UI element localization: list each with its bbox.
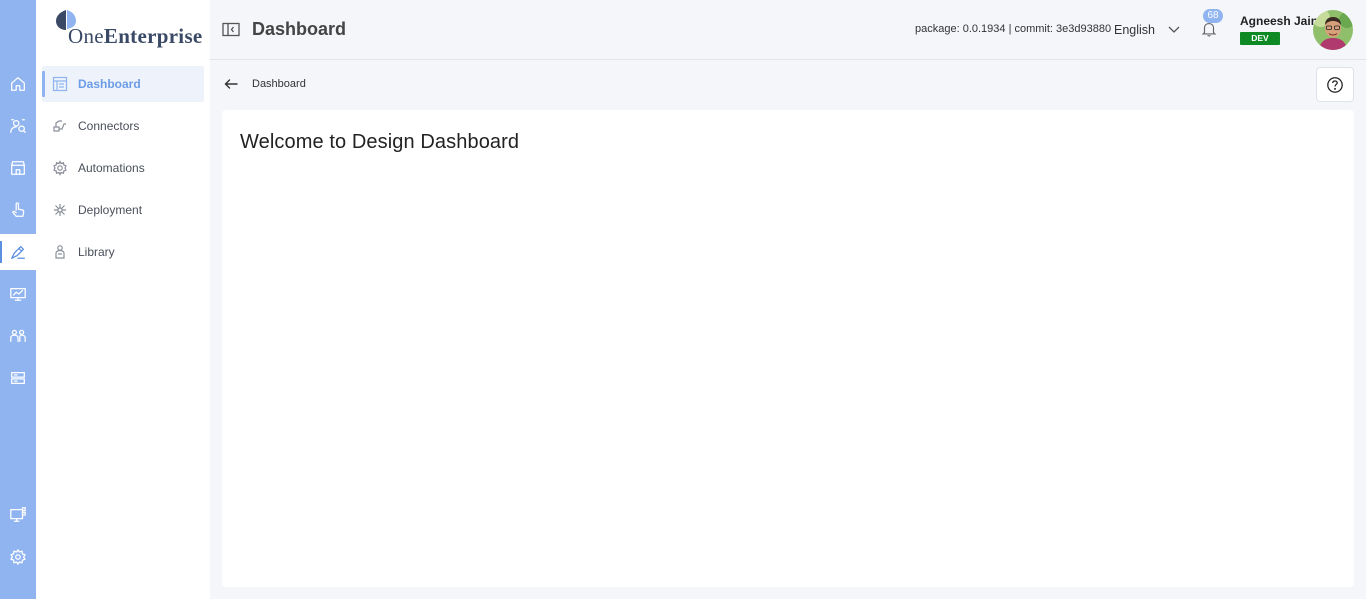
hand-pointer-icon <box>12 202 25 217</box>
monitor-chart-icon <box>10 287 26 301</box>
home-icon <box>11 77 25 91</box>
help-icon <box>1327 76 1343 93</box>
collapse-sidebar-icon <box>222 22 240 37</box>
logo-wordmark: OneEnterprise <box>68 24 203 49</box>
user-name: Agneesh Jain <box>1240 14 1319 28</box>
sidebar-toggle-button[interactable] <box>222 22 240 38</box>
sidebar-item-label: Connectors <box>78 119 140 133</box>
design-pen-icon <box>11 245 25 259</box>
rail-users-search[interactable] <box>0 108 36 144</box>
settings-icon <box>10 549 26 565</box>
notifications-button[interactable] <box>1200 20 1220 40</box>
welcome-title: Welcome to Design Dashboard <box>240 131 520 153</box>
breadcrumb: Dashboard <box>252 78 306 90</box>
build-info: package: 0.0.1934 | commit: 3e3d93880 <box>915 23 1112 35</box>
server-icon <box>11 371 25 385</box>
rail-people[interactable] <box>0 318 36 354</box>
sidebar-item-label: Deployment <box>78 203 143 217</box>
notification-count-badge: 68 <box>1203 9 1223 23</box>
sidebar-item-connectors[interactable]: Connectors <box>42 108 204 144</box>
remote-desktop-icon <box>10 507 26 522</box>
dashboard-icon <box>52 76 68 92</box>
store-icon <box>11 161 25 175</box>
arrow-left-icon <box>224 79 238 89</box>
connectors-icon <box>53 120 66 132</box>
chevron-down-icon <box>1168 26 1180 33</box>
users-search-icon <box>10 119 26 133</box>
sidebar-item-label: Automations <box>78 161 145 175</box>
sidebar-item-label: Library <box>78 245 115 259</box>
rail-design[interactable] <box>0 234 36 270</box>
automations-icon <box>53 160 67 176</box>
sidebar-item-automations[interactable]: Automations <box>42 150 204 186</box>
logo-prefix: One <box>68 24 104 48</box>
rail-monitoring[interactable] <box>0 276 36 312</box>
main-content-card: Welcome to Design Dashboard <box>222 110 1354 587</box>
secondary-sidebar: OneEnterprise Dashboard Connectors Autom… <box>36 0 210 599</box>
rail-settings[interactable] <box>0 539 36 575</box>
language-select[interactable]: English <box>1114 20 1184 40</box>
people-icon <box>10 329 26 343</box>
user-avatar-image <box>1313 10 1353 50</box>
top-header: Dashboard package: 0.0.1934 | commit: 3e… <box>210 0 1366 60</box>
language-label: English <box>1114 23 1155 37</box>
rail-servers[interactable] <box>0 360 36 396</box>
logo-suffix: Enterprise <box>103 24 203 48</box>
library-icon <box>55 245 65 259</box>
rail-store[interactable] <box>0 150 36 186</box>
page-title: Dashboard <box>252 19 347 39</box>
sidebar-item-deployment[interactable]: Deployment <box>42 192 204 228</box>
sidebar-item-dashboard[interactable]: Dashboard <box>42 66 204 102</box>
rail-home[interactable] <box>0 66 36 102</box>
deployment-icon <box>54 204 66 216</box>
sidebar-item-label: Dashboard <box>78 77 141 91</box>
rail-remote-desktop[interactable] <box>0 497 36 533</box>
sidebar-item-library[interactable]: Library <box>42 234 204 270</box>
back-button[interactable] <box>224 77 240 91</box>
environment-badge: DEV <box>1240 32 1280 45</box>
icon-rail <box>0 0 36 599</box>
rail-interactions[interactable] <box>0 192 36 228</box>
help-button[interactable] <box>1316 67 1354 102</box>
avatar[interactable] <box>1313 10 1353 50</box>
